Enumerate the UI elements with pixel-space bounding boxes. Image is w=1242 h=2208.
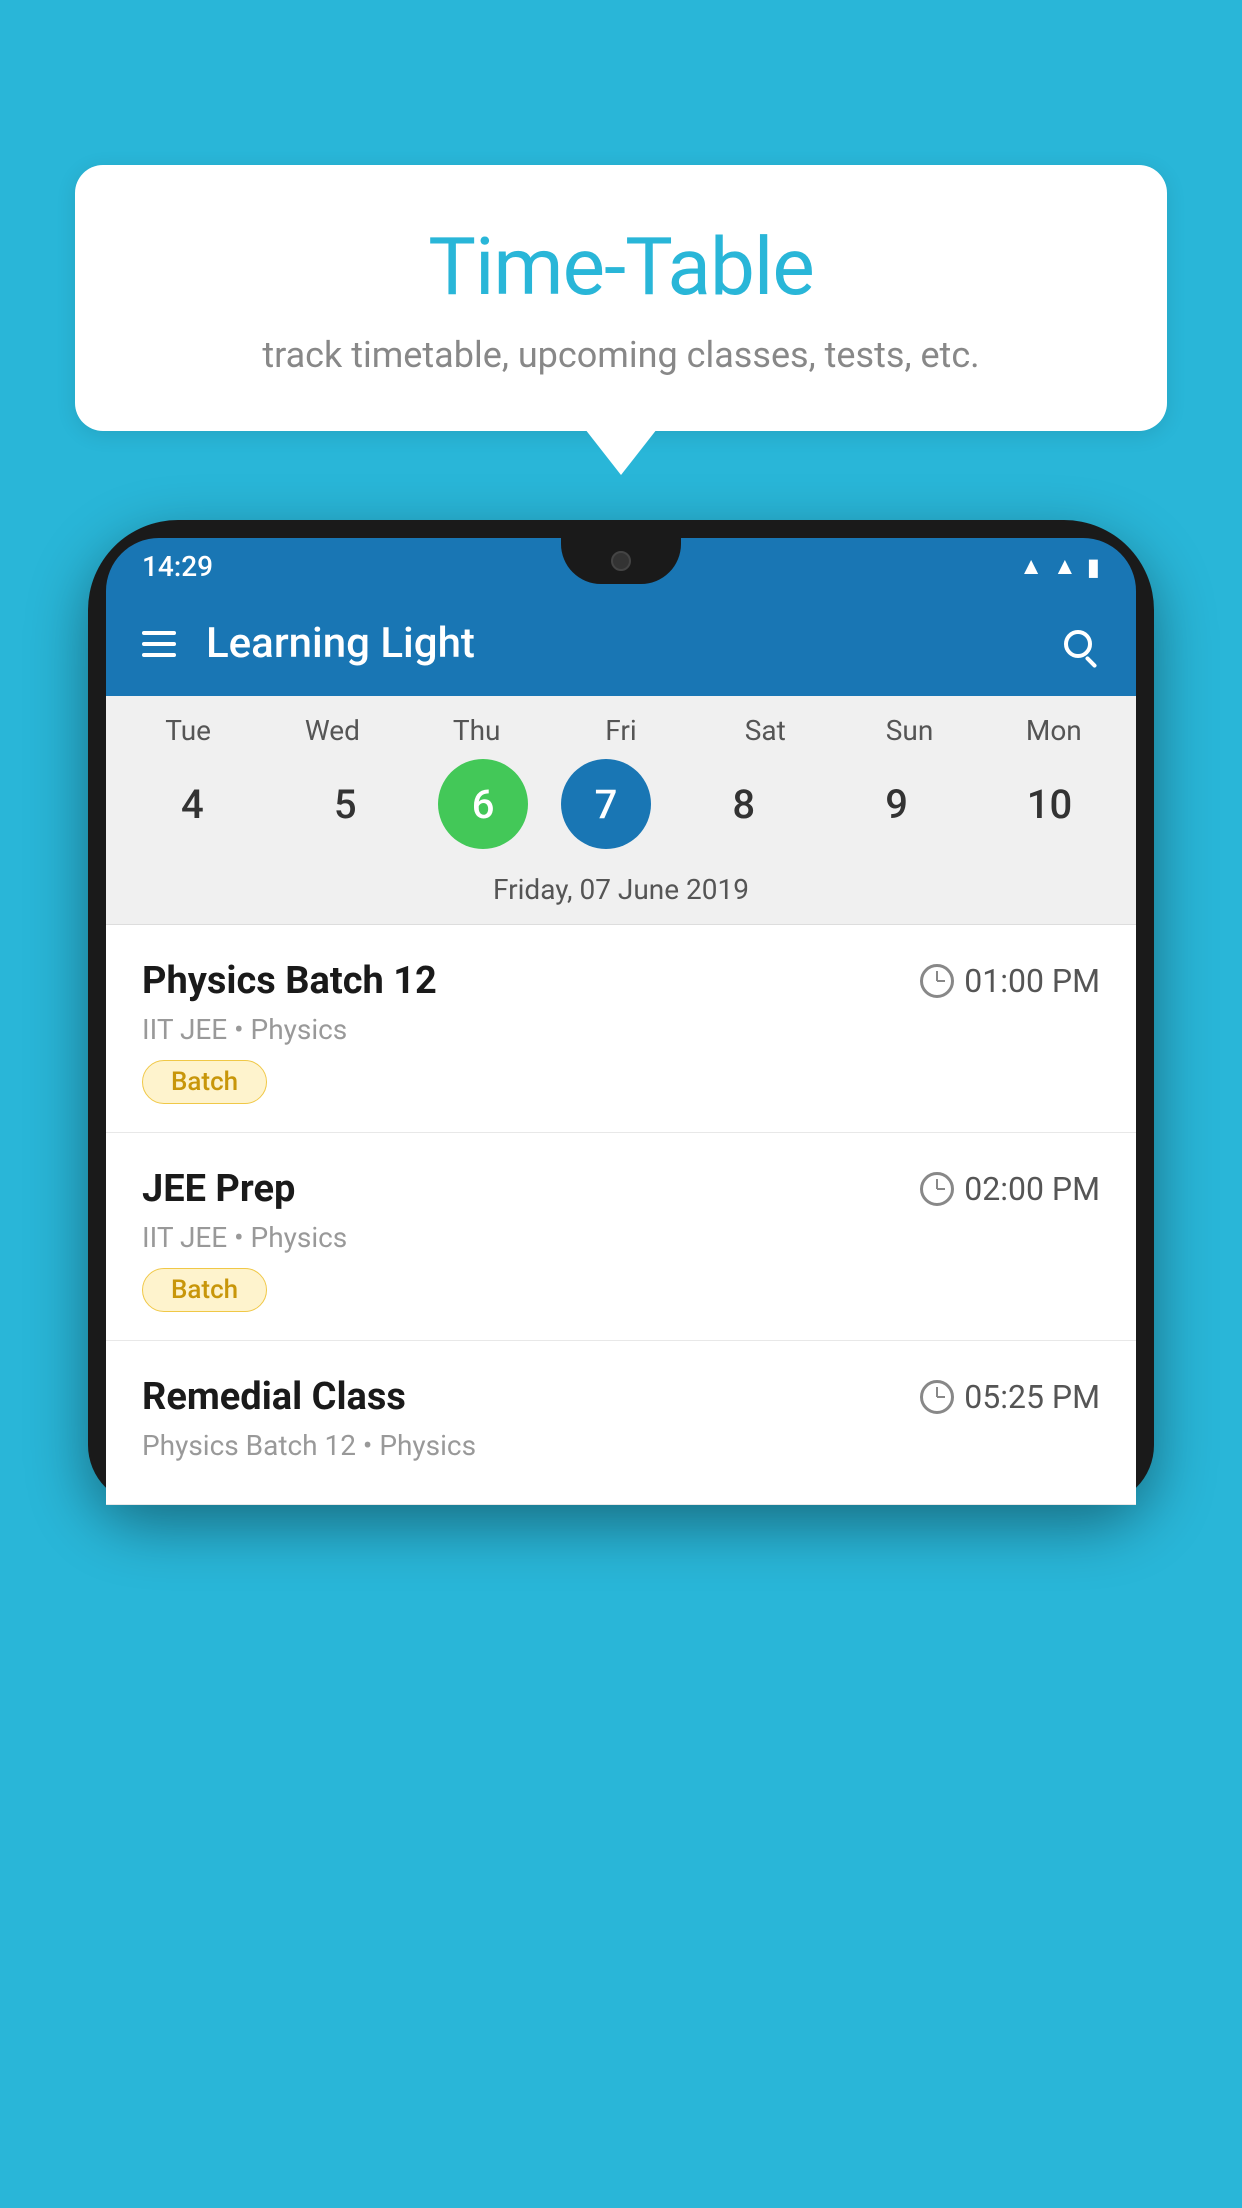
schedule-item-3-header: Remedial Class 05:25 PM [142, 1375, 1100, 1419]
search-icon [1064, 630, 1092, 658]
camera [611, 551, 631, 571]
app-bar: Learning Light [106, 591, 1136, 696]
day-header-mon: Mon [994, 714, 1114, 747]
status-bar: 14:29 ▲ ▲ ▮ [106, 538, 1136, 591]
schedule-item-1-time: 01:00 PM [920, 962, 1100, 1000]
day-header-thu: Thu [417, 714, 537, 747]
wifi-icon: ▲ [1019, 552, 1043, 581]
schedule-item-1-title: Physics Batch 12 [142, 959, 437, 1003]
battery-icon: ▮ [1087, 553, 1100, 581]
signal-icon: ▲ [1053, 552, 1077, 581]
day-header-tue: Tue [128, 714, 248, 747]
day-6-today[interactable]: 6 [438, 759, 528, 849]
tooltip-subtitle: track timetable, upcoming classes, tests… [135, 334, 1107, 376]
schedule-item-2-subtitle: IIT JEE • Physics [142, 1221, 1100, 1254]
clock-icon-1 [920, 964, 954, 998]
app-title: Learning Light [206, 619, 1026, 668]
search-button[interactable] [1056, 622, 1100, 666]
hamburger-menu-button[interactable] [142, 631, 176, 657]
day-header-sat: Sat [705, 714, 825, 747]
calendar-strip: Tue Wed Thu Fri Sat Sun Mon 4 5 6 7 8 9 … [106, 696, 1136, 925]
day-8[interactable]: 8 [684, 759, 804, 849]
schedule-item-3-time-text: 05:25 PM [964, 1378, 1100, 1416]
schedule-item-3-time: 05:25 PM [920, 1378, 1100, 1416]
day-header-fri: Fri [561, 714, 681, 747]
schedule-item-3-title: Remedial Class [142, 1375, 406, 1419]
schedule-item-1-header: Physics Batch 12 01:00 PM [142, 959, 1100, 1003]
day-headers: Tue Wed Thu Fri Sat Sun Mon [106, 714, 1136, 759]
day-9[interactable]: 9 [837, 759, 957, 849]
selected-date-label: Friday, 07 June 2019 [106, 865, 1136, 925]
schedule-item-1-tag: Batch [142, 1060, 267, 1104]
schedule-item-2-header: JEE Prep 02:00 PM [142, 1167, 1100, 1211]
day-header-wed: Wed [272, 714, 392, 747]
day-5[interactable]: 5 [285, 759, 405, 849]
day-header-sun: Sun [850, 714, 970, 747]
status-time: 14:29 [142, 550, 213, 583]
day-7-selected[interactable]: 7 [561, 759, 651, 849]
schedule-container: Physics Batch 12 01:00 PM IIT JEE • Phys… [106, 925, 1136, 1505]
schedule-item-1-time-text: 01:00 PM [964, 962, 1100, 1000]
schedule-item-3[interactable]: Remedial Class 05:25 PM Physics Batch 12… [106, 1341, 1136, 1505]
schedule-item-3-subtitle: Physics Batch 12 • Physics [142, 1429, 1100, 1462]
phone-mockup: 14:29 ▲ ▲ ▮ Learning Light Tue Wed [88, 520, 1154, 2208]
clock-icon-3 [920, 1380, 954, 1414]
day-10[interactable]: 10 [989, 759, 1109, 849]
day-numbers: 4 5 6 7 8 9 10 [106, 759, 1136, 865]
schedule-item-1[interactable]: Physics Batch 12 01:00 PM IIT JEE • Phys… [106, 925, 1136, 1133]
schedule-item-2[interactable]: JEE Prep 02:00 PM IIT JEE • Physics Batc… [106, 1133, 1136, 1341]
schedule-item-2-time-text: 02:00 PM [964, 1170, 1100, 1208]
tooltip-title: Time-Table [135, 220, 1107, 314]
day-4[interactable]: 4 [132, 759, 252, 849]
schedule-item-2-title: JEE Prep [142, 1167, 295, 1211]
schedule-item-2-tag: Batch [142, 1268, 267, 1312]
tooltip-card: Time-Table track timetable, upcoming cla… [75, 165, 1167, 431]
notch [561, 538, 681, 584]
schedule-item-1-subtitle: IIT JEE • Physics [142, 1013, 1100, 1046]
clock-icon-2 [920, 1172, 954, 1206]
status-icons: ▲ ▲ ▮ [1019, 552, 1100, 581]
schedule-item-2-time: 02:00 PM [920, 1170, 1100, 1208]
